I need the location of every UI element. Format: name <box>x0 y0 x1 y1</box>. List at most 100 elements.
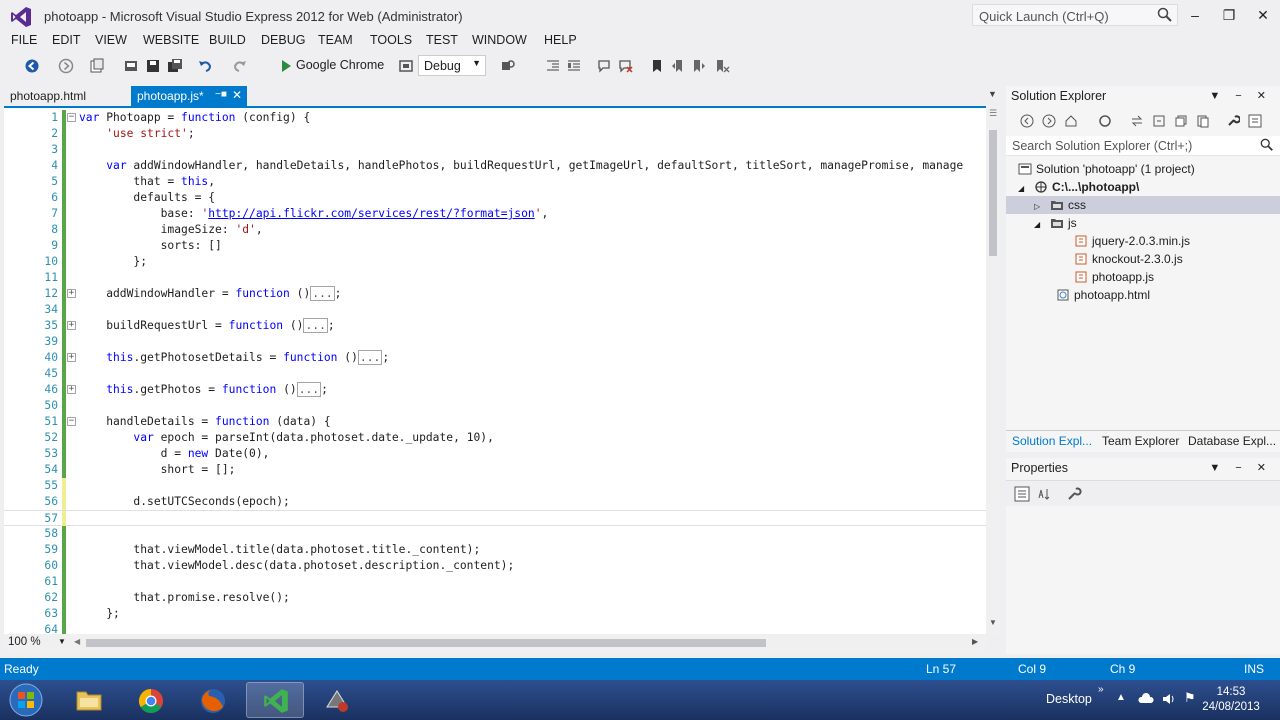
show-all-files-icon[interactable] <box>1196 114 1210 128</box>
collapse-region-icon[interactable]: − <box>67 113 76 122</box>
code-line[interactable]: 35 + buildRequestUrl = function ()...; <box>4 318 986 334</box>
tab-team-explorer[interactable]: Team Explorer <box>1102 434 1179 448</box>
start-debugging-icon[interactable] <box>278 58 294 74</box>
undo-icon[interactable] <box>197 58 213 74</box>
code-line[interactable]: 34 <box>4 302 986 318</box>
menu-debug[interactable]: DEBUG <box>261 33 305 47</box>
code-text[interactable]: base: 'http://api.flickr.com/services/re… <box>79 206 549 222</box>
menu-team[interactable]: TEAM <box>318 33 353 47</box>
code-line[interactable]: 12 + addWindowHandler = function ()...; <box>4 286 986 302</box>
preview-selected-items-icon[interactable] <box>1248 114 1262 128</box>
menu-website[interactable]: WEBSITE <box>143 33 199 47</box>
property-pages-wrench-icon[interactable] <box>1066 486 1082 502</box>
code-text[interactable]: handleDetails = function (data) { <box>79 414 330 430</box>
code-text[interactable]: }; <box>79 606 120 622</box>
navigate-back-icon[interactable] <box>24 58 40 74</box>
tree-node-photoapp-js-file[interactable]: photoapp.js <box>1074 268 1154 286</box>
code-text[interactable]: addWindowHandler = function ()...; <box>79 286 341 302</box>
code-text[interactable]: var epoch = parseInt(data.photoset.date.… <box>79 430 493 446</box>
code-text[interactable]: 'use strict'; <box>79 126 194 142</box>
run-target-label[interactable]: Google Chrome <box>296 58 384 72</box>
code-line[interactable]: 56 d.setUTCSeconds(epoch); <box>4 494 986 510</box>
code-text[interactable]: short = []; <box>79 462 236 478</box>
tree-node-website[interactable]: ◢ C:\...\photoapp\ <box>1018 178 1139 196</box>
uncomment-icon[interactable] <box>618 58 634 74</box>
tab-solution-explorer[interactable]: Solution Expl... <box>1012 434 1092 448</box>
taskbar-explorer[interactable] <box>60 682 118 718</box>
minimize-button[interactable]: – <box>1180 4 1210 26</box>
code-line[interactable]: 50 <box>4 398 986 414</box>
code-line[interactable]: 64 <box>4 622 986 634</box>
code-line[interactable]: 52 var epoch = parseInt(data.photoset.da… <box>4 430 986 446</box>
code-line[interactable]: 4 var addWindowHandler, handleDetails, h… <box>4 158 986 174</box>
tree-node-css-folder[interactable]: ▷ css <box>1006 196 1280 214</box>
code-text[interactable]: d.setUTCSeconds(epoch); <box>79 494 289 510</box>
code-line[interactable]: 5 that = this, <box>4 174 986 190</box>
expand-region-icon[interactable]: + <box>67 353 76 362</box>
menu-file[interactable]: FILE <box>11 33 37 47</box>
sync-icon[interactable] <box>1130 114 1144 128</box>
code-text[interactable]: buildRequestUrl = function ()...; <box>79 318 335 334</box>
tree-node-solution[interactable]: Solution 'photoapp' (1 project) <box>1018 160 1195 178</box>
tab-photoapp-html[interactable]: photoapp.html <box>4 87 92 105</box>
scroll-right-icon[interactable]: ▶ <box>972 637 978 646</box>
tree-node-jquery-file[interactable]: jquery-2.0.3.min.js <box>1074 232 1190 250</box>
code-line[interactable]: 1− var Photoapp = function (config) { <box>4 110 986 126</box>
code-text[interactable]: sorts: [] <box>79 238 222 254</box>
close-tab-icon[interactable]: ✕ <box>232 88 242 102</box>
code-line[interactable]: 10 }; <box>4 254 986 270</box>
code-line[interactable]: 63 }; <box>4 606 986 622</box>
code-line[interactable]: 54 short = []; <box>4 462 986 478</box>
code-text[interactable]: defaults = { <box>79 190 215 206</box>
code-text[interactable]: that = this, <box>79 174 215 190</box>
code-line[interactable]: 3 <box>4 142 986 158</box>
scroll-thumb[interactable] <box>989 130 997 256</box>
new-project-icon[interactable] <box>89 58 105 74</box>
comment-icon[interactable] <box>597 58 613 74</box>
panel-window-controls[interactable]: ▼ − ✕ <box>1209 461 1272 474</box>
open-file-icon[interactable] <box>123 58 139 74</box>
code-text[interactable]: that.viewModel.title(data.photoset.title… <box>79 542 480 558</box>
code-text[interactable]: this.getPhotos = function ()...; <box>79 382 328 398</box>
menu-window[interactable]: WINDOW <box>472 33 527 47</box>
taskbar-firefox[interactable] <box>184 682 242 718</box>
show-hidden-icons-icon[interactable]: ▲ <box>1116 692 1126 703</box>
system-clock[interactable]: 14:53 24/08/2013 <box>1196 685 1266 715</box>
navigate-forward-icon[interactable] <box>58 58 74 74</box>
editor-vertical-scrollbar[interactable]: ☰ ▼ <box>986 106 1000 634</box>
panel-window-controls[interactable]: ▼ − ✕ <box>1209 89 1272 102</box>
expand-region-icon[interactable]: + <box>67 289 76 298</box>
code-line[interactable]: 7 base: 'http://api.flickr.com/services/… <box>4 206 986 222</box>
clear-bookmarks-icon[interactable] <box>714 58 730 74</box>
find-in-files-icon[interactable] <box>500 58 516 74</box>
home-icon[interactable] <box>1064 114 1078 128</box>
code-line[interactable]: 58 <box>4 526 986 542</box>
menu-build[interactable]: BUILD <box>209 33 246 47</box>
code-line[interactable]: 40 + this.getPhotosetDetails = function (… <box>4 350 986 366</box>
tab-photoapp-js[interactable]: photoapp.js* −■ ✕ <box>131 86 247 106</box>
code-text[interactable]: this.getPhotosetDetails = function ()...… <box>79 350 389 366</box>
tree-node-knockout-file[interactable]: knockout-2.3.0.js <box>1074 250 1183 268</box>
action-center-icon[interactable]: ⚑ <box>1184 690 1196 706</box>
code-text[interactable]: var Photoapp = function (config) { <box>79 110 310 126</box>
menu-test[interactable]: TEST <box>426 33 458 47</box>
previous-bookmark-icon[interactable] <box>670 58 686 74</box>
code-editor[interactable]: 1− var Photoapp = function (config) {2 'u… <box>4 106 986 634</box>
expand-region-icon[interactable]: + <box>67 385 76 394</box>
pin-icon[interactable]: −■ <box>215 89 227 100</box>
code-text[interactable]: }; <box>79 254 147 270</box>
taskbar-recorder[interactable] <box>308 682 366 718</box>
tree-node-js-folder[interactable]: ◢ js <box>1034 214 1077 232</box>
code-line[interactable]: 57 <box>4 510 986 527</box>
scroll-down-icon[interactable]: ▼ <box>989 618 997 627</box>
code-line[interactable]: 53 d = new Date(0), <box>4 446 986 462</box>
volume-icon[interactable] <box>1162 692 1176 706</box>
solution-configuration-select[interactable]: Debug ▼ <box>418 55 486 76</box>
bookmark-icon[interactable] <box>649 58 665 74</box>
save-all-icon[interactable] <box>167 58 183 74</box>
tree-node-photoapp-html-file[interactable]: photoapp.html <box>1056 286 1150 304</box>
tab-overflow-chevron-icon[interactable]: ▼ <box>988 89 997 99</box>
code-text[interactable]: var addWindowHandler, handleDetails, han… <box>79 158 963 174</box>
code-line[interactable]: 45 <box>4 366 986 382</box>
code-line[interactable]: 46 + this.getPhotos = function ()...; <box>4 382 986 398</box>
